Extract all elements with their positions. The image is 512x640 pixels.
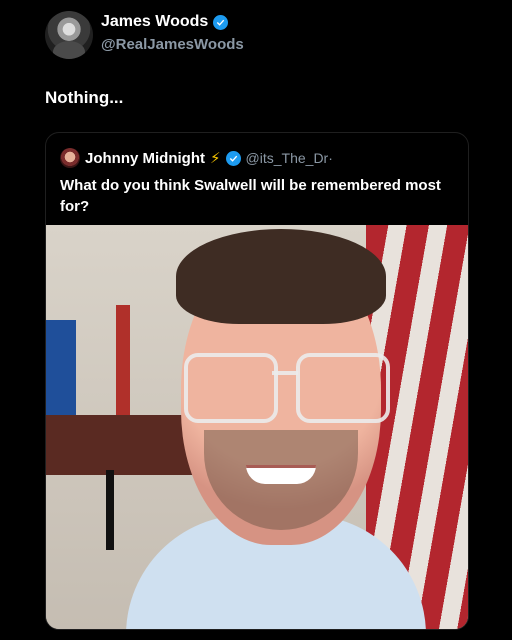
person-in-video xyxy=(126,225,426,629)
quoted-author-handle[interactable]: @its_The_Dr· xyxy=(246,150,333,166)
background-object xyxy=(46,320,76,415)
author-handle[interactable]: @RealJamesWoods xyxy=(101,36,244,53)
quoted-post-header: Johnny Midnight ⚡ @its_The_Dr· xyxy=(60,147,458,169)
lightning-bolt-icon: ⚡ xyxy=(209,150,221,167)
quoted-media-video[interactable] xyxy=(46,225,468,629)
author-name-row[interactable]: James Woods xyxy=(101,13,229,31)
hair xyxy=(176,229,386,324)
verified-badge-icon xyxy=(213,14,229,30)
quoted-author-avatar[interactable] xyxy=(60,148,80,168)
author-name[interactable]: James Woods xyxy=(101,13,208,31)
quoted-post-text: What do you think Swalwell will be remem… xyxy=(60,177,441,215)
glasses xyxy=(184,353,390,423)
author-avatar[interactable] xyxy=(45,11,93,59)
quoted-author-name[interactable]: Johnny Midnight xyxy=(85,150,205,167)
smile xyxy=(246,465,316,484)
post-header: James Woods @RealJamesWoods xyxy=(45,11,465,61)
background-object xyxy=(116,305,130,415)
quoted-post[interactable]: Johnny Midnight ⚡ @its_The_Dr· What do y… xyxy=(45,132,469,630)
background-desk-leg xyxy=(106,470,114,550)
verified-badge-icon xyxy=(225,150,241,166)
post-text: Nothing... xyxy=(45,88,124,107)
